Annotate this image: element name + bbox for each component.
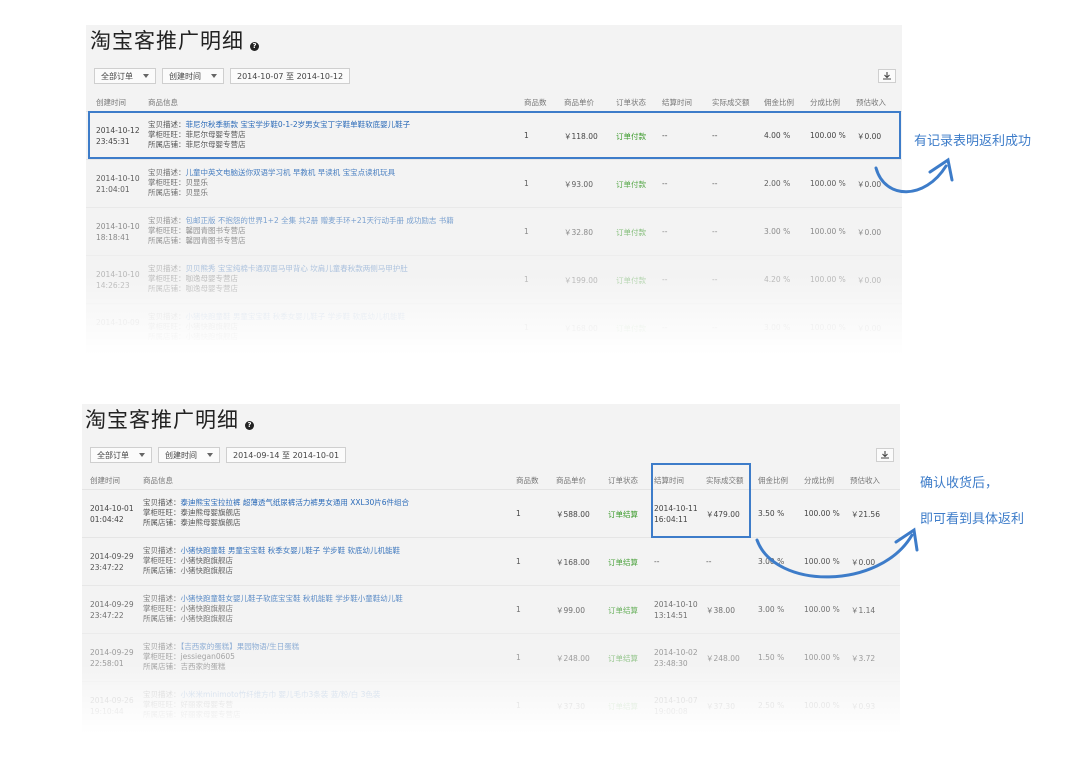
tutorial-canvas: 淘宝客推广明细 ? 全部订单 创建时间 2014-10-07 至 2014-10… [0,0,1069,771]
curved-arrow-icon [874,157,954,194]
annotation-arrows [755,157,954,579]
curved-arrow-icon [755,527,919,579]
